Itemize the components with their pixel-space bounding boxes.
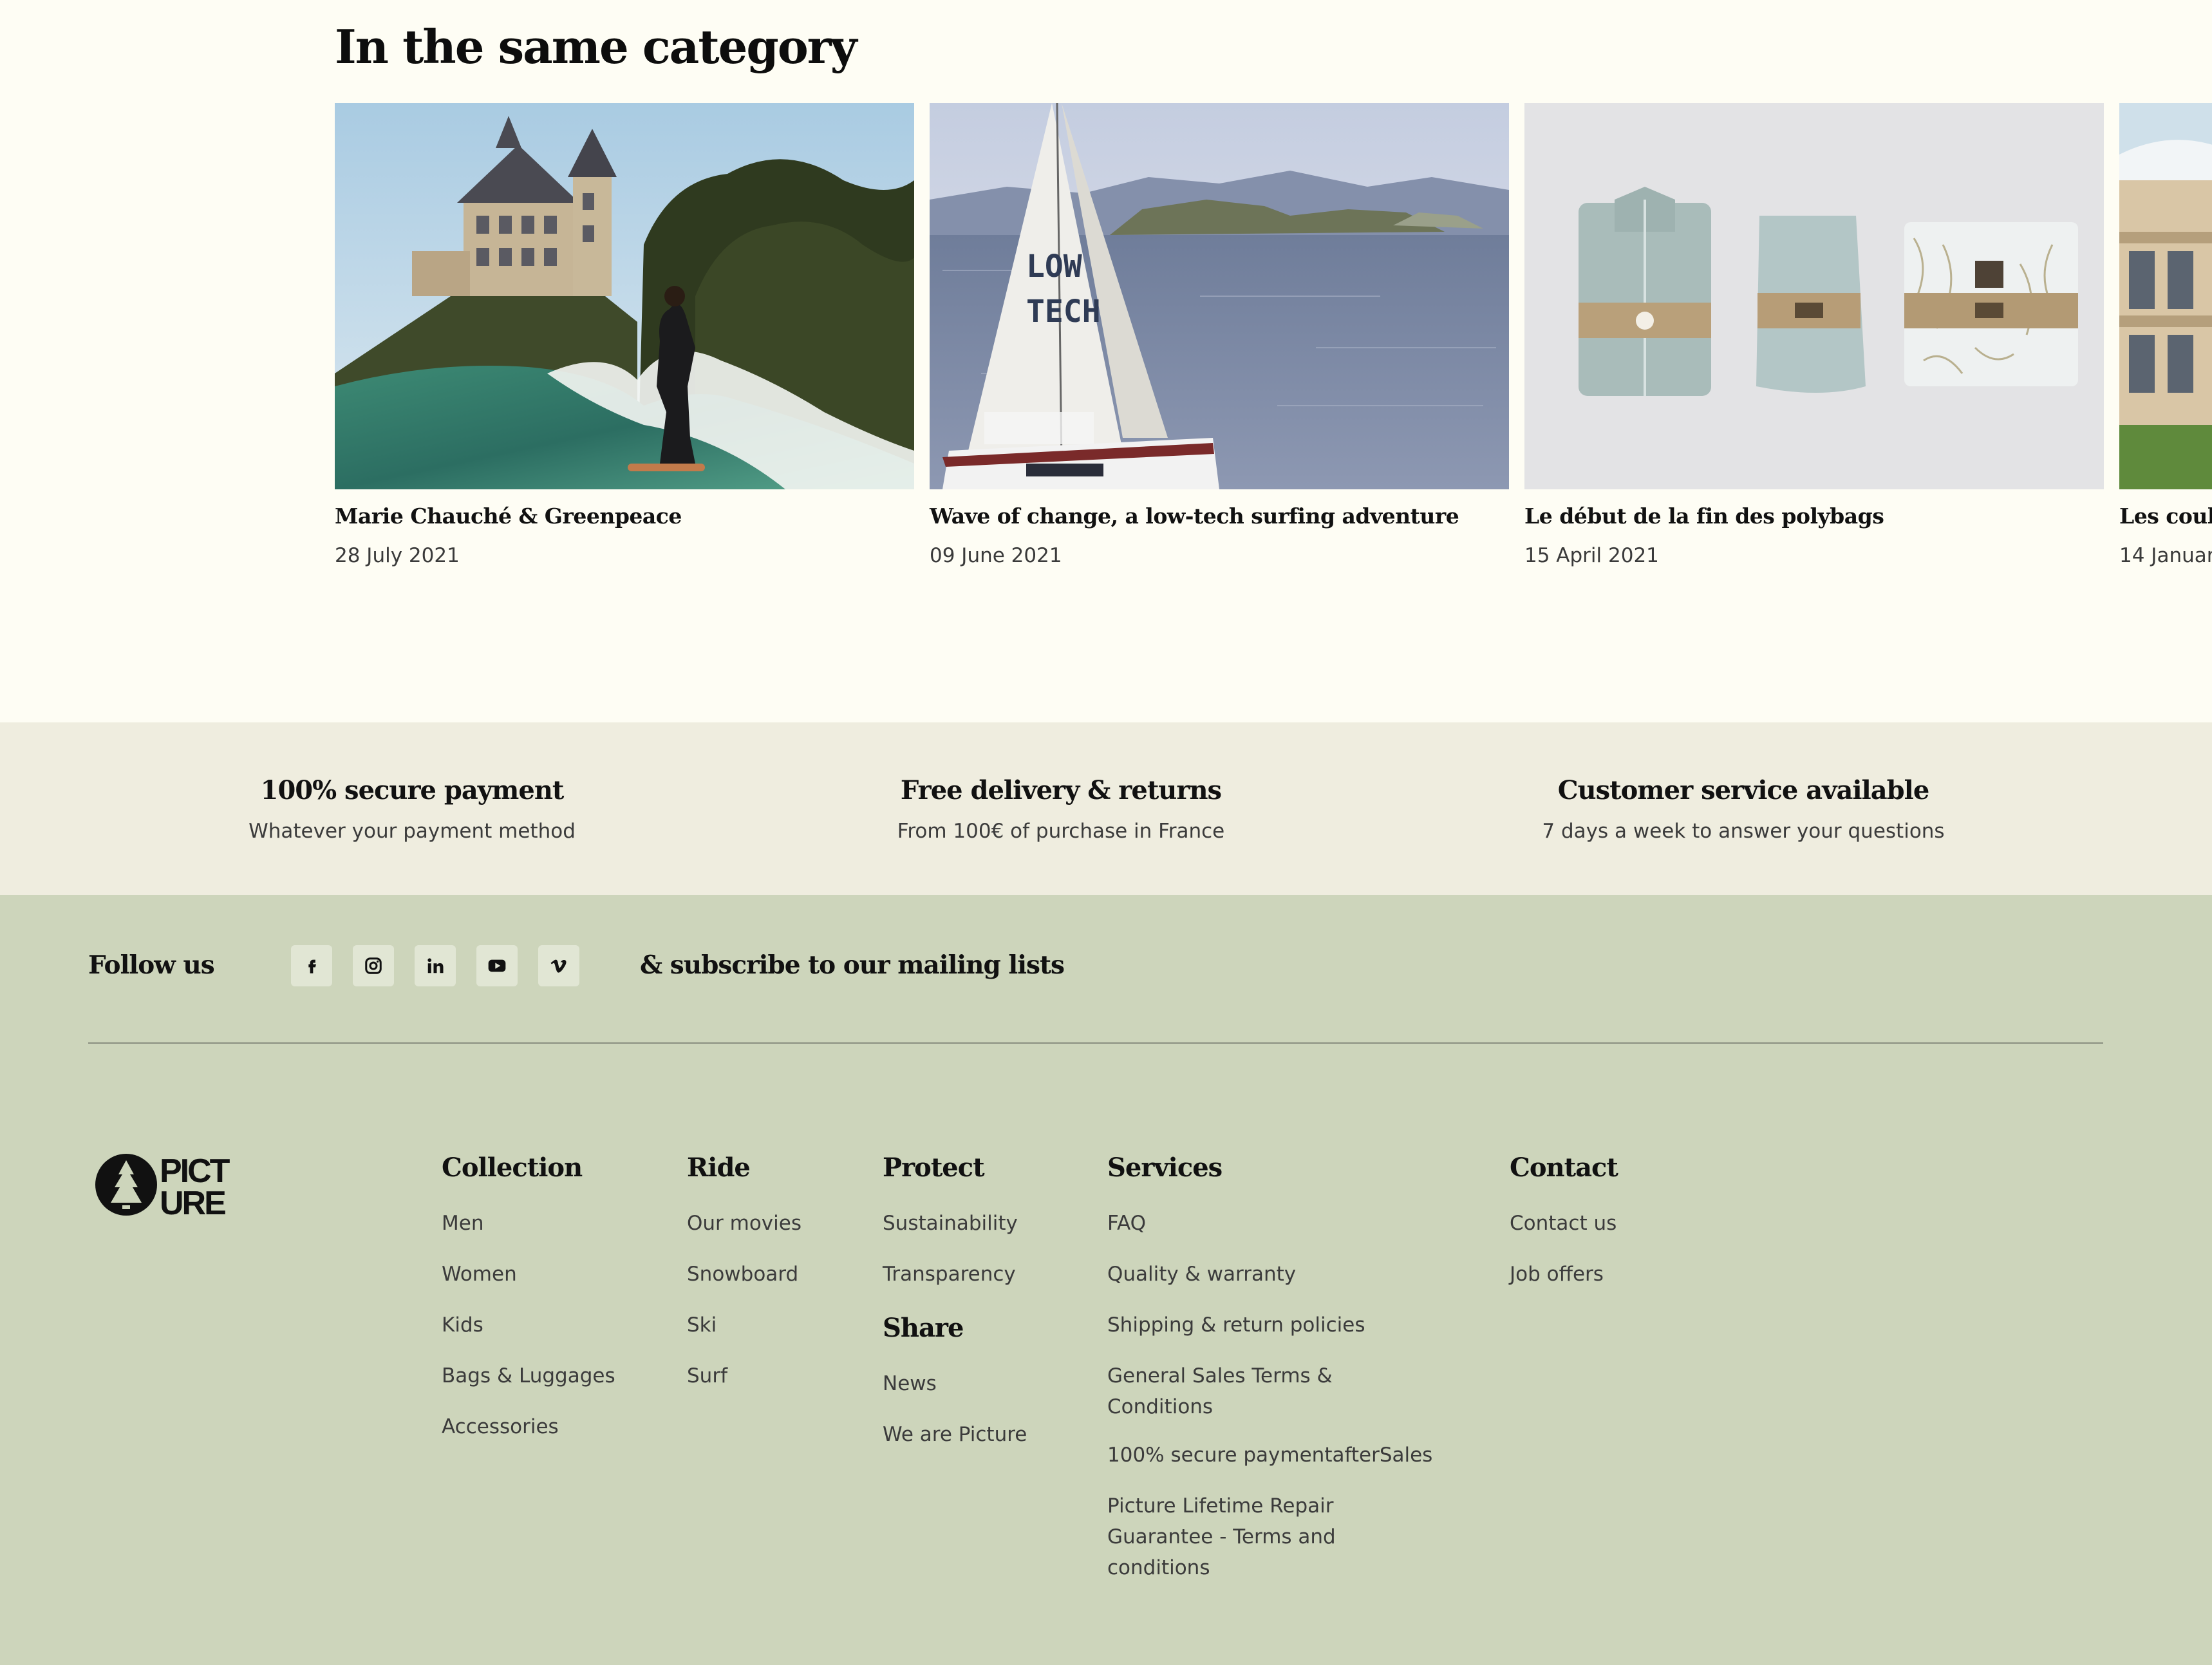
footer-link-our-movies[interactable]: Our movies [687, 1211, 801, 1236]
feature-title: Free delivery & returns [900, 775, 1222, 805]
subscribe-link[interactable]: & subscribe to our mailing lists [640, 950, 1065, 980]
feature-title: Customer service available [1557, 775, 1930, 805]
column-title: Services [1107, 1152, 1223, 1183]
article-card[interactable]: LOW TECH Wave of change, a low-tech surf… [930, 103, 1509, 567]
footer-link-sustainability[interactable]: Sustainability [883, 1211, 1027, 1236]
article-card[interactable]: Les coulis 14 January [2119, 103, 2212, 567]
feature-text: From 100€ of purchase in France [897, 820, 1225, 843]
footer-link-kids[interactable]: Kids [442, 1313, 615, 1337]
footer-link-sales-terms[interactable]: General Sales Terms & Conditions [1107, 1360, 1416, 1422]
footer-link-transparency[interactable]: Transparency [883, 1262, 1027, 1286]
footer-link-faq[interactable]: FAQ [1107, 1211, 1432, 1236]
column-title: Share [883, 1313, 964, 1343]
footer-divider [88, 1042, 2103, 1044]
article-title[interactable]: Marie Chauché & Greenpeace [335, 503, 914, 529]
footer-link-job-offers[interactable]: Job offers [1510, 1262, 1618, 1286]
footer-link-we-are-picture[interactable]: We are Picture [883, 1422, 1027, 1447]
article-card[interactable]: Marie Chauché & Greenpeace 28 July 2021 [335, 103, 914, 567]
footer-link-snowboard[interactable]: Snowboard [687, 1262, 801, 1286]
footer-link-men[interactable]: Men [442, 1211, 615, 1236]
article-image[interactable] [1524, 103, 2104, 489]
article-title[interactable]: Wave of change, a low-tech surfing adven… [930, 503, 1509, 529]
services-column: Services FAQ Quality & warranty Shipping… [1107, 1152, 1432, 1604]
feature-text: Whatever your payment method [248, 820, 576, 843]
footer-link-contact-us[interactable]: Contact us [1510, 1211, 1618, 1236]
protect-column: Protect Sustainability Transparency Shar… [883, 1152, 1027, 1473]
picture-logo[interactable]: PICT URE [94, 1151, 248, 1222]
vimeo-icon[interactable] [538, 945, 579, 986]
column-title: Ride [687, 1152, 751, 1183]
article-title[interactable]: Les coulis [2119, 503, 2212, 529]
reassurance-band: 100% secure payment Whatever your paymen… [0, 722, 2212, 895]
article-date: 28 July 2021 [335, 544, 460, 567]
secure-payment-feature: 100% secure payment Whatever your paymen… [58, 775, 766, 843]
footer-link-secure-payment[interactable]: 100% secure paymentafterSales [1107, 1443, 1432, 1467]
footer-link-quality-warranty[interactable]: Quality & warranty [1107, 1262, 1432, 1286]
article-image[interactable] [335, 103, 914, 489]
footer-link-repair-guarantee[interactable]: Picture Lifetime Repair Guarantee - Term… [1107, 1491, 1416, 1583]
feature-title: 100% secure payment [260, 775, 565, 805]
svg-text:URE: URE [160, 1185, 225, 1218]
site-footer: Follow us & subscribe to our mailing lis… [0, 895, 2212, 1665]
footer-link-surf[interactable]: Surf [687, 1364, 801, 1388]
article-date: 09 June 2021 [930, 544, 1062, 567]
follow-us-label: Follow us [88, 950, 215, 980]
footer-link-women[interactable]: Women [442, 1262, 615, 1286]
article-date: 15 April 2021 [1524, 544, 1659, 567]
article-card[interactable]: Le début de la fin des polybags 15 April… [1524, 103, 2104, 567]
footer-link-bags[interactable]: Bags & Luggages [442, 1364, 615, 1388]
collection-column: Collection Men Women Kids Bags & Luggage… [442, 1152, 615, 1465]
instagram-icon[interactable] [353, 945, 394, 986]
column-title: Collection [442, 1152, 583, 1183]
section-title: In the same category [335, 19, 858, 74]
article-image[interactable] [2119, 103, 2212, 489]
footer-link-ski[interactable]: Ski [687, 1313, 801, 1337]
free-delivery-feature: Free delivery & returns From 100€ of pur… [707, 775, 1415, 843]
youtube-icon[interactable] [476, 945, 518, 986]
customer-service-feature: Customer service available 7 days a week… [1389, 775, 2097, 843]
article-title[interactable]: Le début de la fin des polybags [1524, 503, 2104, 529]
footer-link-news[interactable]: News [883, 1371, 1027, 1396]
sail-text: LOW [1026, 249, 1082, 285]
linkedin-icon[interactable] [415, 945, 456, 986]
column-title: Contact [1510, 1152, 1618, 1183]
ride-column: Ride Our movies Snowboard Ski Surf [687, 1152, 801, 1415]
related-articles-section: In the same category Marie Chauché & Gre… [0, 0, 2212, 722]
column-title: Protect [883, 1152, 985, 1183]
feature-text: 7 days a week to answer your questions [1542, 820, 1945, 843]
footer-link-shipping-returns[interactable]: Shipping & return policies [1107, 1313, 1432, 1337]
svg-text:TECH: TECH [1026, 294, 1101, 330]
social-links [291, 945, 579, 986]
footer-link-accessories[interactable]: Accessories [442, 1415, 615, 1439]
facebook-icon[interactable] [291, 945, 332, 986]
article-image[interactable]: LOW TECH [930, 103, 1509, 489]
article-date: 14 January [2119, 544, 2212, 567]
article-carousel[interactable]: Marie Chauché & Greenpeace 28 July 2021 [335, 103, 2212, 567]
contact-column: Contact Contact us Job offers [1510, 1152, 1618, 1313]
